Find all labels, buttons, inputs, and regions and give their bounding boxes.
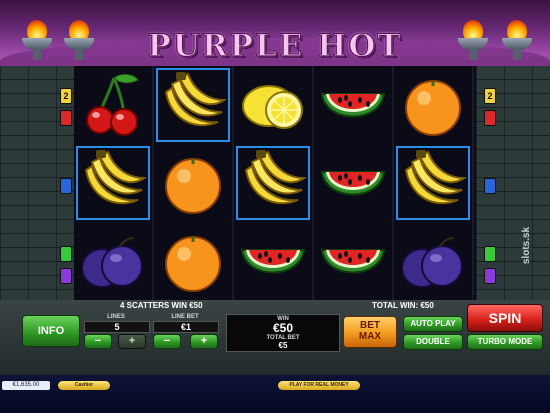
lines-value: 5	[84, 321, 150, 333]
banana-icon	[164, 72, 228, 127]
reel-cell-orange	[156, 146, 230, 220]
plum-icon	[81, 237, 143, 288]
total-win-message: TOTAL WIN: €50	[372, 301, 434, 310]
orange-icon	[165, 236, 221, 292]
reel-cell-banana	[396, 146, 470, 220]
reel-cell-banana	[76, 146, 150, 220]
watermelon-icon	[320, 171, 386, 196]
payline-marker[interactable]: 2	[60, 88, 72, 104]
reel-area	[74, 66, 476, 300]
watermark: slots.sk	[521, 218, 550, 278]
bet-max-line2: MAX	[358, 331, 382, 342]
orange-icon	[405, 80, 461, 136]
line-bet-plus-button[interactable]: +	[190, 334, 218, 349]
watermark-text: slots.sk	[521, 226, 533, 265]
payline-marker[interactable]	[60, 178, 72, 194]
total-bet-value: €5	[278, 341, 288, 350]
bottom-bar: €1,635.00 Cashier PLAY FOR REAL MONEY	[0, 375, 550, 413]
win-display: WIN €50 TOTAL BET €5	[226, 314, 340, 352]
reel-cell-plum	[396, 224, 470, 298]
bet-max-line1: BET	[360, 320, 380, 331]
reel-1	[74, 66, 154, 300]
turbo-mode-button[interactable]: TURBO MODE	[467, 334, 543, 350]
bet-max-button[interactable]: BET MAX	[343, 316, 397, 348]
payline-marker[interactable]	[484, 246, 496, 262]
reel-3	[234, 66, 314, 300]
reel-cell-plum	[76, 224, 150, 298]
reel-cell-watermelon	[316, 224, 390, 298]
payline-marker[interactable]	[60, 110, 72, 126]
reel-cell-watermelon	[236, 224, 310, 298]
game-header: PURPLE HOT	[0, 0, 550, 66]
torch-icon	[456, 20, 490, 60]
reel-cell-orange	[156, 224, 230, 298]
play-for-real-money-button[interactable]: PLAY FOR REAL MONEY	[278, 381, 360, 390]
reel-cell-lemon	[236, 68, 310, 142]
double-button[interactable]: DOUBLE	[403, 334, 463, 350]
scatter-win-message: 4 SCATTERS WIN €50	[120, 301, 203, 310]
reel-cell-orange	[396, 68, 470, 142]
payline-marker[interactable]	[484, 178, 496, 194]
banana-icon	[84, 150, 148, 205]
payline-marker[interactable]	[484, 268, 496, 284]
info-button[interactable]: INFO	[22, 315, 80, 347]
payline-marker[interactable]	[484, 110, 496, 126]
reel-cell-banana	[236, 146, 310, 220]
cherry-icon	[86, 73, 139, 136]
auto-play-button[interactable]: AUTO PLAY	[403, 316, 463, 332]
torch-icon	[20, 20, 54, 60]
reel-5	[394, 66, 474, 300]
reel-cell-cherry	[76, 68, 150, 142]
game-title: PURPLE HOT	[147, 27, 403, 64]
payline-marker[interactable]	[60, 246, 72, 262]
lines-minus-button[interactable]: −	[84, 334, 112, 349]
payline-column-right: 2	[478, 66, 500, 300]
lines-plus-button[interactable]: +	[118, 334, 146, 349]
lines-label: LINES	[107, 314, 125, 320]
reel-cell-banana	[156, 68, 230, 142]
reel-cell-watermelon	[316, 146, 390, 220]
torch-icon	[62, 20, 96, 60]
slot-game-window: PURPLE HOT 2 2 slots.sk 4 SCATTERS WIN €…	[0, 0, 550, 413]
banana-icon	[404, 150, 468, 205]
payline-marker[interactable]	[60, 268, 72, 284]
payline-marker[interactable]: 2	[484, 88, 496, 104]
cashier-button[interactable]: Cashier	[58, 381, 110, 390]
win-value: €50	[272, 321, 294, 335]
watermelon-icon	[320, 249, 386, 274]
watermelon-icon	[240, 249, 306, 274]
lemon-icon	[242, 85, 303, 129]
spin-button[interactable]: SPIN	[467, 304, 543, 332]
torch-icon	[500, 20, 534, 60]
orange-icon	[165, 158, 221, 214]
line-bet-value: €1	[153, 321, 219, 333]
reel-cell-watermelon	[316, 68, 390, 142]
line-bet-minus-button[interactable]: −	[153, 334, 181, 349]
plum-icon	[401, 237, 463, 288]
reel-2	[154, 66, 234, 300]
line-bet-label: LINE BET	[171, 314, 199, 320]
watermelon-icon	[320, 93, 386, 118]
reel-4	[314, 66, 394, 300]
payline-column-left: 2	[30, 66, 72, 300]
balance-display: €1,635.00	[2, 381, 50, 390]
banana-icon	[244, 150, 308, 205]
